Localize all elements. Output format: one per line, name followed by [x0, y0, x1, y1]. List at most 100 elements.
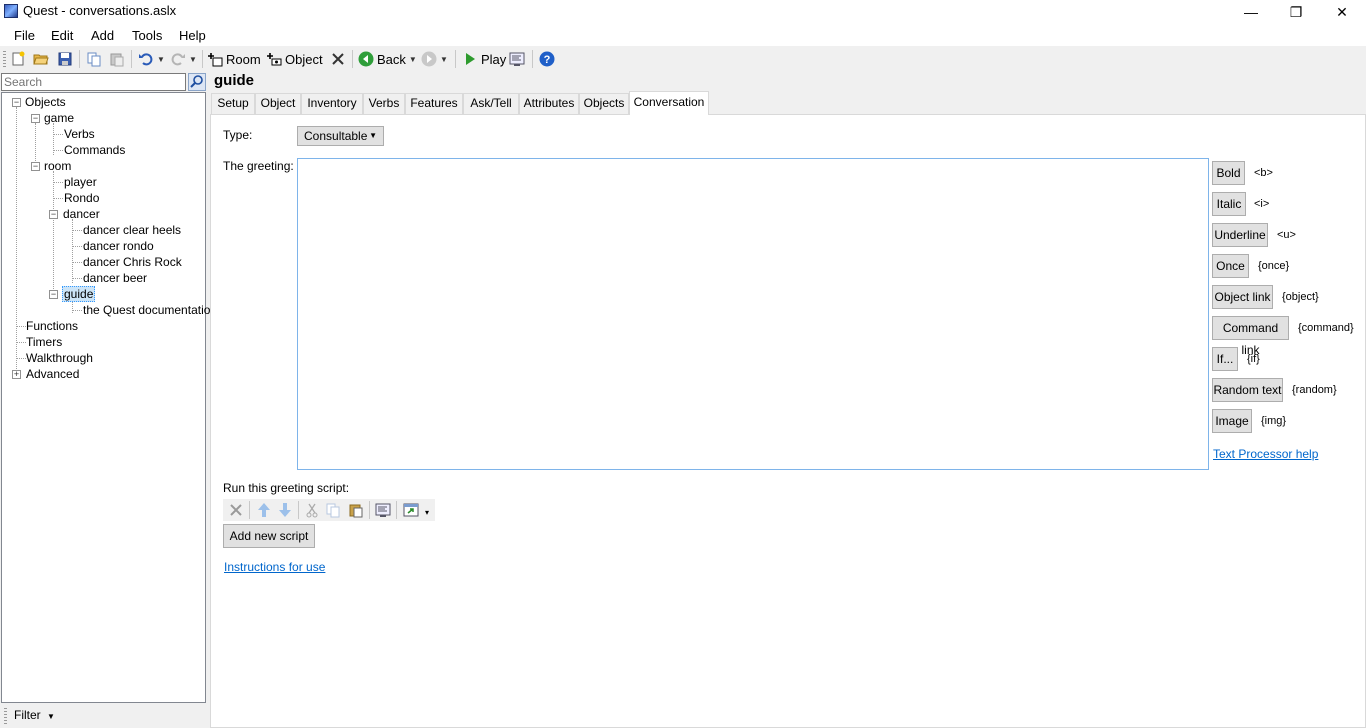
- tab-object[interactable]: Object: [255, 93, 301, 114]
- tree-node-dancer-clear-heels[interactable]: dancer clear heels: [83, 222, 181, 238]
- tree-node-commands[interactable]: Commands: [64, 142, 125, 158]
- command-link-button[interactable]: Command link: [1212, 316, 1289, 357]
- tree-node-walkthrough[interactable]: Walkthrough: [26, 350, 93, 366]
- filter-label: Filter: [14, 708, 41, 722]
- if-button[interactable]: If...: [1212, 347, 1238, 371]
- tab-conversation[interactable]: Conversation: [629, 91, 709, 115]
- add-object-button[interactable]: Object: [266, 49, 323, 69]
- chevron-down-icon[interactable]: ▾: [425, 508, 429, 517]
- tree-node-functions[interactable]: Functions: [26, 318, 78, 334]
- tree-node-advanced[interactable]: Advanced: [26, 366, 79, 382]
- italic-button[interactable]: Italic: [1212, 192, 1246, 216]
- open-button[interactable]: [33, 49, 49, 69]
- undo-button[interactable]: ▼: [138, 49, 165, 69]
- collapse-icon[interactable]: −: [31, 162, 40, 171]
- help-button[interactable]: ?: [539, 49, 555, 69]
- once-button[interactable]: Once: [1212, 254, 1249, 278]
- image-button[interactable]: Image: [1212, 409, 1252, 433]
- collapse-icon[interactable]: −: [12, 98, 21, 107]
- instructions-link[interactable]: Instructions for use: [224, 560, 325, 574]
- save-button[interactable]: [57, 49, 73, 69]
- toolbar-separator: [298, 501, 299, 519]
- random-text-button[interactable]: Random text: [1212, 378, 1283, 402]
- bold-button[interactable]: Bold: [1212, 161, 1245, 185]
- collapse-icon[interactable]: −: [49, 210, 58, 219]
- delete-button[interactable]: [330, 49, 346, 69]
- filter-dropdown[interactable]: Filter ▼: [14, 708, 55, 722]
- text-processor-help-link[interactable]: Text Processor help: [1213, 447, 1318, 461]
- type-dropdown[interactable]: Consultable ▼: [297, 126, 384, 146]
- close-window-button[interactable]: ✕: [1319, 0, 1365, 24]
- paste-icon: [110, 53, 124, 67]
- forward-button[interactable]: ▼: [421, 49, 448, 69]
- expand-icon[interactable]: +: [12, 370, 21, 379]
- paste-button[interactable]: [109, 49, 125, 69]
- add-new-script-button[interactable]: Add new script: [223, 524, 315, 548]
- tree-node-verbs[interactable]: Verbs: [64, 126, 95, 142]
- tree-node-dancer-rondo[interactable]: dancer rondo: [83, 238, 154, 254]
- tree-node-quest-documentation[interactable]: the Quest documentation: [83, 302, 217, 318]
- tree-node-player[interactable]: player: [64, 174, 97, 190]
- help-icon: ?: [539, 51, 555, 67]
- chevron-down-icon[interactable]: ▼: [409, 55, 417, 64]
- tree-node-timers[interactable]: Timers: [26, 334, 62, 350]
- arrow-down-icon[interactable]: [277, 502, 293, 518]
- open-folder-icon: [33, 54, 49, 65]
- chevron-down-icon[interactable]: ▼: [440, 55, 448, 64]
- code-view-icon[interactable]: [375, 502, 391, 518]
- tab-inventory[interactable]: Inventory: [301, 93, 363, 114]
- tree-node-rondo[interactable]: Rondo: [64, 190, 99, 206]
- tab-attributes[interactable]: Attributes: [519, 93, 579, 114]
- tree-node-game[interactable]: game: [44, 110, 74, 126]
- menu-file[interactable]: File: [14, 28, 35, 43]
- search-input[interactable]: [2, 74, 185, 90]
- underline-button[interactable]: Underline: [1212, 223, 1268, 247]
- tab-features[interactable]: Features: [405, 93, 463, 114]
- redo-button[interactable]: ▼: [170, 49, 197, 69]
- collapse-icon[interactable]: −: [49, 290, 58, 299]
- code-view-icon: [509, 52, 525, 66]
- tree-node-dancer[interactable]: dancer: [63, 206, 100, 222]
- minimize-button[interactable]: —: [1228, 0, 1274, 24]
- collapse-icon[interactable]: −: [31, 114, 40, 123]
- greeting-label: The greeting:: [223, 159, 294, 173]
- tab-verbs[interactable]: Verbs: [363, 93, 405, 114]
- search-icon: [190, 75, 203, 88]
- tab-setup[interactable]: Setup: [211, 93, 255, 114]
- chevron-down-icon[interactable]: ▼: [157, 55, 165, 64]
- greeting-textarea[interactable]: [297, 158, 1209, 470]
- popout-editor-icon[interactable]: [403, 502, 419, 518]
- play-button[interactable]: Play: [462, 49, 506, 69]
- restore-button[interactable]: ❐: [1273, 0, 1319, 24]
- paste-icon[interactable]: [348, 502, 364, 518]
- delete-x-icon[interactable]: [228, 502, 244, 518]
- arrow-up-icon[interactable]: [256, 502, 272, 518]
- copy-button[interactable]: [86, 49, 102, 69]
- forward-arrow-icon: [421, 51, 437, 67]
- menu-tools[interactable]: Tools: [132, 28, 162, 43]
- chevron-down-icon[interactable]: ▼: [189, 55, 197, 64]
- tree-node-objects[interactable]: Objects: [25, 94, 66, 110]
- tree-connector: [53, 150, 63, 151]
- menu-edit[interactable]: Edit: [51, 28, 73, 43]
- code-view-button[interactable]: [509, 49, 525, 69]
- tree-node-dancer-beer[interactable]: dancer beer: [83, 270, 147, 286]
- cut-icon[interactable]: [304, 502, 320, 518]
- copy-icon[interactable]: [325, 502, 341, 518]
- menu-add[interactable]: Add: [91, 28, 114, 43]
- back-button[interactable]: Back ▼: [358, 49, 417, 69]
- add-room-button[interactable]: Room: [207, 49, 261, 69]
- tab-ask-tell[interactable]: Ask/Tell: [463, 93, 519, 114]
- tab-objects[interactable]: Objects: [579, 93, 629, 114]
- search-button[interactable]: [188, 73, 206, 91]
- new-game-button[interactable]: [10, 49, 26, 69]
- play-label: Play: [481, 51, 507, 67]
- menu-help[interactable]: Help: [179, 28, 206, 43]
- object-link-button[interactable]: Object link: [1212, 285, 1273, 309]
- chevron-down-icon: ▼: [369, 131, 377, 140]
- tree-node-guide[interactable]: guide: [62, 286, 96, 302]
- tree-node-dancer-chris-rock[interactable]: dancer Chris Rock: [83, 254, 182, 270]
- window-title: Quest - conversations.aslx: [23, 3, 177, 18]
- tree-node-room[interactable]: room: [44, 158, 71, 174]
- tree-connector: [72, 310, 82, 311]
